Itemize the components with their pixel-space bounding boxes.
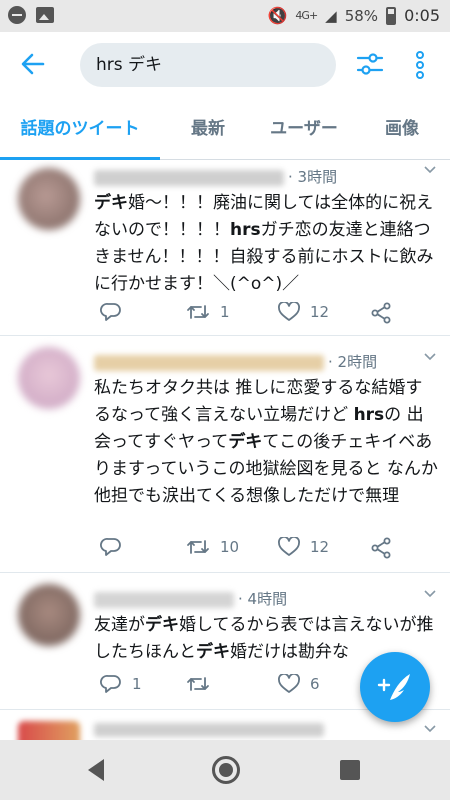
tweet-meta: · 4時間 <box>94 588 287 609</box>
vertical-dots-icon <box>416 51 424 79</box>
search-header: hrs デキ <box>0 32 450 98</box>
highlight-text: デキ <box>94 193 128 213</box>
retweet-icon <box>187 305 209 319</box>
tab-users[interactable]: ユーザー <box>256 98 352 160</box>
tweet[interactable]: · 2時間 私たちオタク共は 推しに恋愛するな結婚するなって強く言えない立場だけ… <box>0 337 450 573</box>
avatar[interactable] <box>18 168 80 230</box>
tab-images[interactable]: 画像 <box>362 98 442 160</box>
chevron-down-icon <box>424 166 436 174</box>
like-button[interactable]: 12 <box>278 537 329 557</box>
back-button[interactable] <box>18 49 50 81</box>
blurred-username[interactable] <box>94 723 324 737</box>
compose-tweet-button[interactable] <box>360 652 430 722</box>
retweet-count: 10 <box>220 538 240 556</box>
chevron-down-icon <box>424 725 436 733</box>
avatar[interactable] <box>18 721 80 740</box>
tab-top-tweets[interactable]: 話題のツイート <box>0 98 160 160</box>
tweet-time: · 4時間 <box>238 590 288 608</box>
tweet[interactable]: · 3時間 デキ婚〜！！！廃油に関しては全体的に祝えないので！！！！hrsガチ恋… <box>0 160 450 336</box>
text-segment: 婚だけは勘弁な <box>230 642 349 662</box>
like-count: 6 <box>310 675 320 693</box>
tweet-menu-button[interactable] <box>424 351 436 363</box>
share-icon <box>371 302 391 324</box>
highlight-text: hrs <box>353 405 385 425</box>
heart-icon <box>278 537 300 556</box>
tweet-meta: · 2時間 <box>94 351 377 372</box>
search-input[interactable]: hrs デキ <box>80 43 336 87</box>
battery-percent: 58% <box>344 6 379 25</box>
tweet-menu-button[interactable] <box>424 723 436 735</box>
highlight-text: デキ <box>145 615 179 635</box>
search-tabs: 話題のツイート 最新 ユーザー 画像 <box>0 98 450 160</box>
retweet-button[interactable]: 1 <box>186 302 230 322</box>
compose-tweet-icon <box>377 674 410 700</box>
tweet-time: · 3時間 <box>288 168 338 186</box>
chevron-down-icon <box>424 590 436 598</box>
share-button[interactable] <box>370 302 392 324</box>
highlight-text: デキ <box>196 642 230 662</box>
system-navigation-bar <box>0 740 450 800</box>
share-button[interactable] <box>370 537 392 559</box>
network-indicator: 4G+ <box>295 9 318 22</box>
image-notification-icon <box>36 7 54 23</box>
reply-icon <box>100 538 121 556</box>
retweet-icon <box>187 677 209 691</box>
share-icon <box>371 537 391 559</box>
avatar[interactable] <box>18 584 80 646</box>
retweet-icon <box>187 540 209 554</box>
blurred-username[interactable] <box>94 591 234 608</box>
blurred-username[interactable] <box>94 354 324 371</box>
retweet-count: 1 <box>220 303 230 321</box>
chevron-down-icon <box>424 353 436 361</box>
blurred-username[interactable] <box>94 169 284 186</box>
reply-button[interactable] <box>100 537 132 557</box>
reply-count: 1 <box>132 675 142 693</box>
clock: 0:05 <box>404 6 440 25</box>
like-button[interactable]: 12 <box>278 302 329 322</box>
tweet-actions: 1 12 <box>94 302 434 326</box>
do-not-disturb-icon <box>8 6 26 24</box>
avatar[interactable] <box>18 347 80 409</box>
retweet-button[interactable]: 10 <box>186 537 239 557</box>
battery-icon <box>386 6 397 25</box>
retweet-button[interactable] <box>186 674 220 694</box>
heart-icon <box>278 302 300 321</box>
like-count: 12 <box>310 303 330 321</box>
tweet-menu-button[interactable] <box>424 164 436 176</box>
tab-latest[interactable]: 最新 <box>168 98 248 160</box>
tweet-text: 私たちオタク共は 推しに恋愛するな結婚するなって強く言えない立場だけど hrsの… <box>94 375 439 510</box>
nav-home-button[interactable] <box>212 756 240 784</box>
tweet-menu-button[interactable] <box>424 588 436 600</box>
nav-back-button[interactable] <box>88 759 104 781</box>
search-filter-button[interactable] <box>356 50 384 78</box>
text-segment: 友達が <box>94 615 145 635</box>
reply-icon <box>100 675 121 693</box>
tweet-actions: 10 12 <box>94 537 434 561</box>
signal-icon: ◢ <box>325 6 337 25</box>
like-button[interactable]: 6 <box>278 674 320 694</box>
reply-button[interactable] <box>100 302 132 322</box>
sliders-icon <box>356 53 384 75</box>
highlight-text: デキ <box>228 432 263 452</box>
nav-recent-apps-button[interactable] <box>340 760 360 780</box>
reply-icon <box>100 303 121 321</box>
mute-icon: 🔇 <box>267 6 288 25</box>
more-options-button[interactable] <box>412 50 428 80</box>
arrow-left-icon <box>21 53 45 75</box>
like-count: 12 <box>310 538 330 556</box>
heart-icon <box>278 674 300 693</box>
reply-button[interactable]: 1 <box>100 674 142 694</box>
tweet-time: · 2時間 <box>328 353 378 371</box>
tweet-text: デキ婚〜！！！廃油に関しては全体的に祝えないので！！！！hrsガチ恋の友達と連絡… <box>94 190 439 298</box>
highlight-text: hrs <box>230 220 261 240</box>
status-bar: 🔇 4G+ ◢ 58% 0:05 <box>0 0 450 32</box>
tweet-meta: · 3時間 <box>94 166 337 187</box>
